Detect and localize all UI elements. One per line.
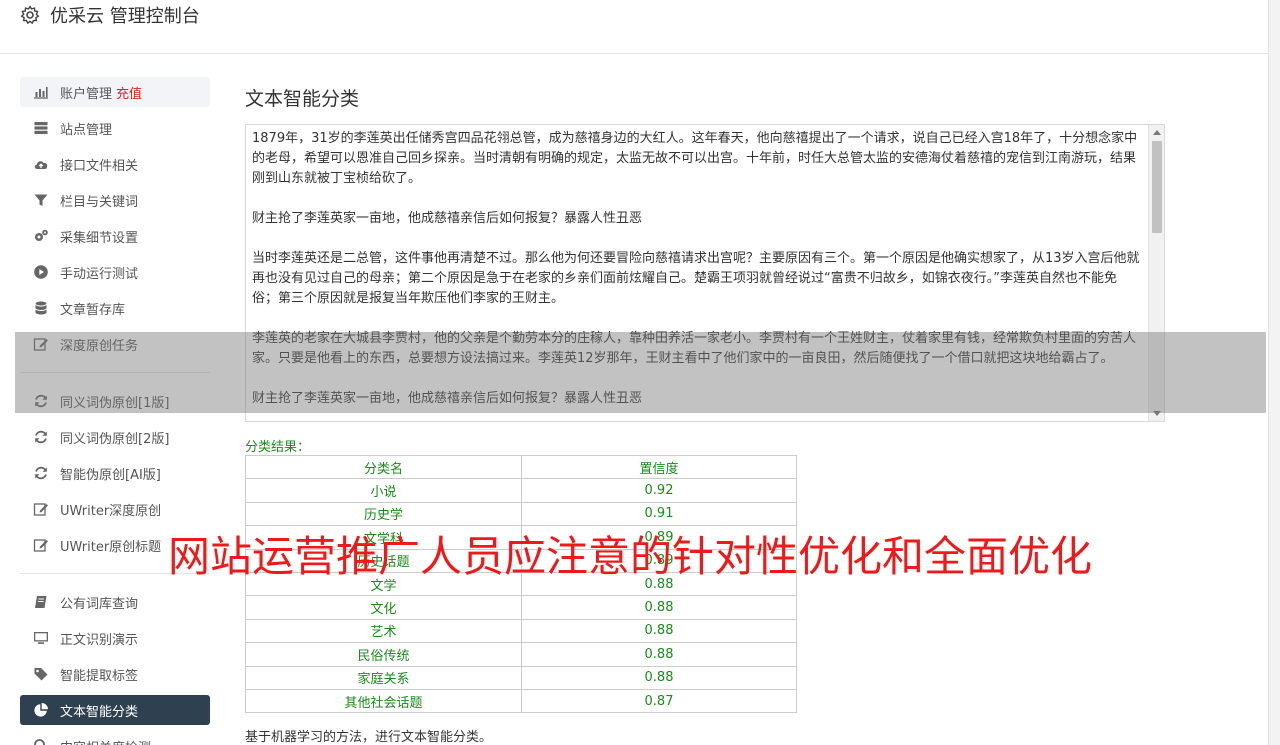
column-header: 置信度	[521, 454, 797, 480]
category-cell: 其他社会话题	[245, 688, 522, 714]
article-paragraph: 财主抢了李莲英家一亩地，他成慈禧亲信后如何报复？暴露人性丑恶	[252, 211, 643, 226]
tag-icon	[32, 665, 50, 683]
sidebar-item-uwriter[interactable]: UWriter深度原创	[20, 494, 210, 524]
sidebar-item-label: 智能提取标签	[60, 668, 139, 684]
sidebar-item-related[interactable]: 内容相关度检测	[20, 731, 210, 745]
cloud-upload-icon	[32, 155, 50, 173]
result-label: 分类结果：	[245, 440, 311, 455]
confidence-cell: 0.88	[521, 618, 797, 644]
confidence-cell: 0.91	[521, 501, 797, 527]
table-row: 其他社会话题 0.87	[245, 688, 797, 714]
edit-icon	[32, 500, 50, 518]
sidebar-item-classify[interactable]: 文本智能分类	[20, 695, 210, 725]
category-cell: 文化	[245, 595, 522, 620]
top-bar: 优采云 管理控制台	[0, 0, 1268, 54]
sidebar-item-label: UWriter原创标题	[60, 539, 162, 555]
category-cell: 历史学	[245, 501, 522, 527]
confidence-cell: 0.87	[521, 688, 797, 714]
sidebar-item-label: UWriter深度原创	[60, 503, 162, 519]
category-cell: 民俗传统	[245, 642, 522, 667]
bar-chart-icon	[32, 83, 50, 101]
window-edge	[1268, 0, 1280, 745]
table-row: 文化 0.88	[245, 595, 797, 620]
overlay-band	[15, 332, 1266, 413]
sidebar-item-ocr[interactable]: 正文识别演示	[20, 623, 210, 653]
book-icon	[32, 593, 50, 611]
sidebar-item-sites[interactable]: 站点管理	[20, 113, 210, 143]
table-row: 民俗传统 0.88	[245, 642, 797, 667]
database-icon	[32, 299, 50, 317]
brand: 优采云 管理控制台	[20, 3, 200, 27]
sidebar-item-upload[interactable]: 接口文件相关	[20, 149, 210, 179]
refresh-icon	[32, 464, 50, 482]
column-header: 分类名	[245, 454, 522, 480]
server-icon	[32, 119, 50, 137]
sidebar-item-columns[interactable]: 栏目与关键词	[20, 185, 210, 215]
sidebar-item-label: 同义词伪原创[2版]	[60, 431, 170, 447]
search-icon	[32, 737, 50, 745]
sidebar-item-lexicon[interactable]: 公有词库查询	[20, 587, 210, 617]
gears-icon	[32, 227, 50, 245]
scrollbar-thumb[interactable]	[1152, 141, 1162, 233]
sidebar-item-tags[interactable]: 智能提取标签	[20, 659, 210, 689]
sidebar-item-syn2[interactable]: 同义词伪原创[2版]	[20, 422, 210, 452]
table-row: 家庭关系 0.88	[245, 665, 797, 690]
article-paragraph: 1879年，31岁的李莲英出任储秀宫四品花翎总管，成为慈禧身边的大红人。这年春天…	[252, 131, 1138, 186]
overlay-caption: 网站运营推广人员应注意的针对性优化和全面优化	[168, 532, 1093, 581]
sidebar-item-label: 文章暂存库	[60, 302, 126, 318]
sidebar-item-label: 账户管理	[60, 86, 113, 102]
recharge-link[interactable]: 充值	[116, 83, 142, 102]
table-row: 艺术 0.88	[245, 618, 797, 644]
monitor-icon	[32, 629, 50, 647]
category-cell: 小说	[245, 478, 522, 503]
sidebar-item-label: 手动运行测试	[60, 266, 139, 282]
sidebar-item-collect[interactable]: 采集细节设置	[20, 221, 210, 251]
edit-icon	[32, 536, 50, 554]
sidebar-item-label: 内容相关度检测	[60, 737, 151, 745]
article-paragraph: 当时李莲英还是二总管，这件事他再清楚不过。那么他为何还要冒险向慈禧请求出宫呢？主…	[252, 251, 1140, 306]
sidebar-item-articles[interactable]: 文章暂存库	[20, 293, 210, 323]
gear-icon	[20, 5, 40, 25]
footer-note: 基于机器学习的方法，进行文本智能分类。	[245, 730, 493, 745]
confidence-cell: 0.92	[521, 478, 797, 503]
category-cell: 家庭关系	[245, 665, 522, 690]
page-title: 文本智能分类	[245, 88, 360, 110]
sidebar-item-label: 接口文件相关	[60, 158, 139, 174]
sidebar-item-label: 站点管理	[60, 122, 113, 138]
table-row: 历史学 0.91	[245, 501, 797, 527]
sidebar-item-account[interactable]: 账户管理 充值	[20, 77, 210, 107]
sidebar-item-label: 公有词库查询	[60, 596, 139, 612]
sidebar-item-manual[interactable]: 手动运行测试	[20, 257, 210, 287]
refresh-icon	[32, 428, 50, 446]
confidence-cell: 0.88	[521, 665, 797, 690]
sidebar-item-label: 智能伪原创[AI版]	[60, 467, 161, 483]
sidebar-item-label: 采集细节设置	[60, 230, 139, 246]
app-title: 优采云 管理控制台	[50, 6, 200, 27]
scroll-up-arrow-icon[interactable]	[1153, 130, 1161, 135]
pie-chart-icon	[32, 701, 50, 719]
sidebar-item-label: 正文识别演示	[60, 632, 139, 648]
confidence-cell: 0.88	[521, 595, 797, 620]
filter-icon	[32, 191, 50, 209]
table-header-row: 分类名 置信度	[245, 454, 797, 480]
category-cell: 艺术	[245, 618, 522, 644]
play-circle-icon	[32, 263, 50, 281]
confidence-cell: 0.88	[521, 642, 797, 667]
sidebar-item-ai[interactable]: 智能伪原创[AI版]	[20, 458, 210, 488]
sidebar-item-label: 文本智能分类	[60, 704, 139, 720]
table-row: 小说 0.92	[245, 478, 797, 503]
sidebar-item-label: 栏目与关键词	[60, 194, 139, 210]
